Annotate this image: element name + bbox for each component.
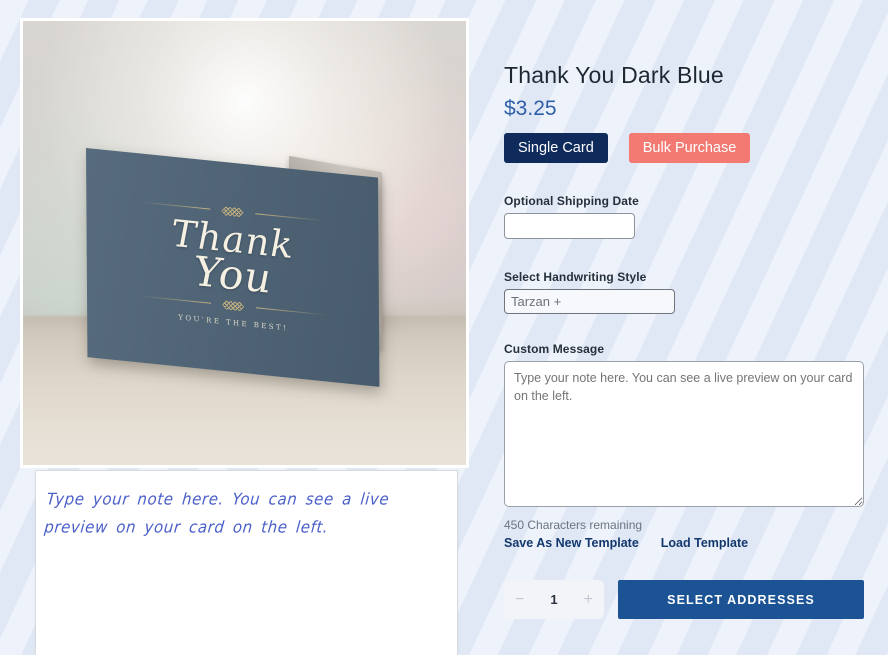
quantity-value: 1 <box>550 592 558 607</box>
save-as-new-template-link[interactable]: Save As New Template <box>504 536 639 550</box>
shipping-date-label: Optional Shipping Date <box>504 194 639 208</box>
product-page: Thank You YOU'RE THE BEST! Type your not… <box>0 0 888 655</box>
handwriting-style-group: Select Handwriting Style <box>504 270 866 314</box>
product-price: $3.25 <box>504 97 557 120</box>
card-front-panel: Thank You YOU'RE THE BEST! <box>85 147 380 387</box>
custom-message-group: Custom Message 450 Characters remaining … <box>504 342 866 550</box>
page-title: Thank You Dark Blue <box>504 62 724 88</box>
quantity-increment-button[interactable]: + <box>584 591 593 608</box>
character-counter: 450 Characters remaining <box>504 518 643 532</box>
ornament-diamond-icon <box>222 300 244 311</box>
single-card-button[interactable]: Single Card <box>504 133 608 163</box>
product-details-column: Thank You Dark Blue $3.25 Single Card Bu… <box>504 62 866 619</box>
purchase-mode-group: Single Card Bulk Purchase <box>504 133 866 163</box>
handwriting-style-select[interactable] <box>504 289 675 314</box>
template-links: Save As New Template Load Template <box>504 536 866 550</box>
order-actions-row: − 1 + SELECT ADDRESSES <box>504 580 866 619</box>
custom-message-textarea[interactable] <box>504 361 864 507</box>
ornament-diamond-icon <box>221 206 243 217</box>
select-addresses-button[interactable]: SELECT ADDRESSES <box>618 580 864 619</box>
card-subtext: YOU'RE THE BEST! <box>178 313 289 333</box>
handwriting-style-label: Select Handwriting Style <box>504 270 647 284</box>
handwriting-preview-panel: Type your note here. You can see a live … <box>35 470 458 655</box>
card-photo-frame: Thank You YOU'RE THE BEST! <box>20 18 469 468</box>
quantity-stepper: − 1 + <box>504 580 604 619</box>
shipping-date-input[interactable] <box>504 213 635 239</box>
shipping-date-group: Optional Shipping Date <box>504 194 866 239</box>
bulk-purchase-button[interactable]: Bulk Purchase <box>628 133 751 163</box>
handwriting-preview-text: Type your note here. You can see a live … <box>43 489 391 537</box>
card-front-artwork: Thank You YOU'RE THE BEST! <box>85 147 380 387</box>
card-photo: Thank You YOU'RE THE BEST! <box>23 21 466 465</box>
custom-message-label: Custom Message <box>504 342 605 356</box>
card-headline: Thank You <box>172 212 294 303</box>
quantity-decrement-button[interactable]: − <box>515 591 524 608</box>
load-template-link[interactable]: Load Template <box>661 536 748 550</box>
